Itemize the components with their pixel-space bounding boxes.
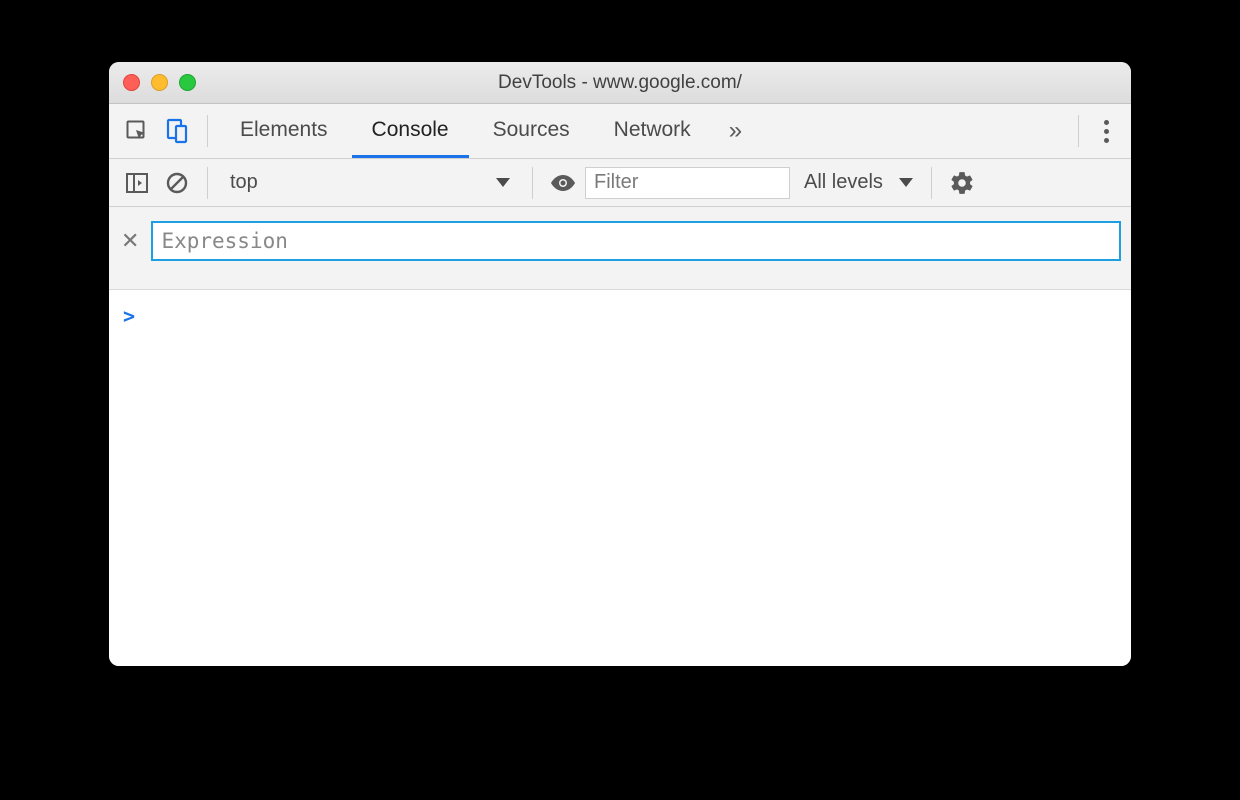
tab-console[interactable]: Console <box>352 104 469 158</box>
separator <box>207 167 208 199</box>
toggle-sidebar-icon[interactable] <box>119 165 155 201</box>
title-bar: DevTools - www.google.com/ <box>109 62 1131 104</box>
tab-label: Network <box>614 118 691 142</box>
close-icon[interactable]: ✕ <box>119 230 141 252</box>
console-prompt: > <box>123 304 135 328</box>
tab-sources[interactable]: Sources <box>473 104 590 158</box>
chevron-down-icon <box>899 178 913 187</box>
window-title: DevTools - www.google.com/ <box>109 72 1131 94</box>
console-filter-input[interactable] <box>585 167 790 199</box>
context-label: top <box>230 171 258 194</box>
minimize-window-button[interactable] <box>151 74 168 91</box>
devtools-window: DevTools - www.google.com/ Elements Cons… <box>109 62 1131 666</box>
tab-label: Console <box>372 118 449 142</box>
clear-console-icon[interactable] <box>159 165 195 201</box>
console-toolbar: top All levels <box>109 159 1131 207</box>
console-output[interactable]: > <box>109 290 1131 666</box>
chevron-down-icon <box>496 178 510 187</box>
tab-network[interactable]: Network <box>594 104 711 158</box>
panel-tabstrip: Elements Console Sources Network » <box>109 104 1131 159</box>
levels-label: All levels <box>804 171 883 194</box>
separator <box>1078 115 1079 147</box>
separator <box>931 167 932 199</box>
separator <box>532 167 533 199</box>
device-toolbar-icon[interactable] <box>159 113 195 149</box>
close-window-button[interactable] <box>123 74 140 91</box>
live-expression-eye-icon[interactable] <box>545 165 581 201</box>
console-settings-icon[interactable] <box>944 165 980 201</box>
more-tabs-button[interactable]: » <box>715 119 756 143</box>
traffic-lights <box>123 74 196 91</box>
customize-menu-button[interactable] <box>1091 116 1121 146</box>
tab-elements[interactable]: Elements <box>220 104 348 158</box>
tab-label: Sources <box>493 118 570 142</box>
zoom-window-button[interactable] <box>179 74 196 91</box>
inspect-element-icon[interactable] <box>119 113 155 149</box>
tab-label: Elements <box>240 118 328 142</box>
separator <box>207 115 208 147</box>
log-levels-selector[interactable]: All levels <box>794 171 919 194</box>
execution-context-selector[interactable]: top <box>220 166 520 200</box>
live-expression-row: ✕ <box>109 207 1131 290</box>
live-expression-input[interactable] <box>151 221 1121 261</box>
